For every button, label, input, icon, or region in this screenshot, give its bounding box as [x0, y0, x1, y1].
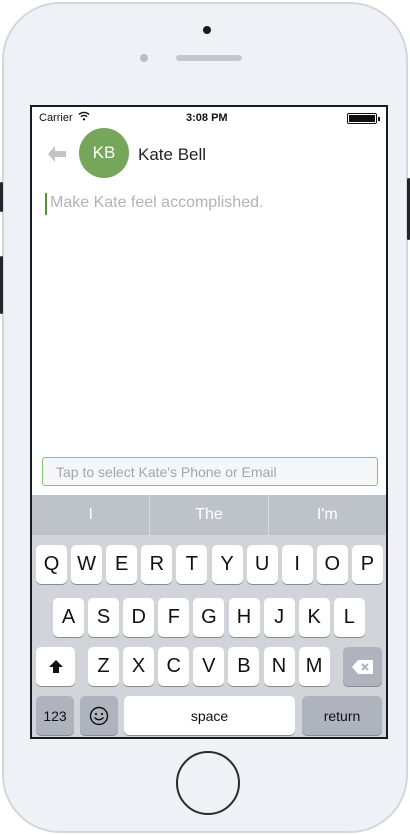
key-h[interactable]: H [228, 598, 260, 637]
key-a[interactable]: A [53, 598, 84, 637]
key-t[interactable]: T [176, 545, 208, 584]
key-l[interactable]: L [333, 598, 365, 637]
emoji-key[interactable] [80, 696, 118, 735]
key-s[interactable]: S [88, 598, 120, 637]
message-input[interactable]: Make Kate feel accomplished. [44, 194, 374, 218]
key-q[interactable]: Q [36, 545, 67, 584]
key-w[interactable]: W [71, 545, 103, 584]
key-x[interactable]: X [123, 647, 155, 686]
carrier-label: Carrier [39, 112, 73, 124]
prediction-item[interactable]: I'm [269, 495, 386, 535]
delete-key[interactable] [343, 647, 382, 686]
earpiece-speaker [176, 55, 242, 61]
key-v[interactable]: V [193, 647, 225, 686]
key-b[interactable]: B [228, 647, 260, 686]
key-c[interactable]: C [158, 647, 190, 686]
prediction-item[interactable]: I [32, 495, 151, 535]
key-j[interactable]: J [263, 598, 295, 637]
predictive-bar: I The I'm [32, 495, 386, 535]
phone-frame: Carrier 3:08 PM KB Kate Bell Make Kate f… [2, 2, 408, 833]
avatar-initials: KB [92, 143, 116, 162]
screen: Carrier 3:08 PM KB Kate Bell Make Kate f… [30, 105, 388, 739]
contact-select-field[interactable]: Tap to select Kate's Phone or Email [42, 457, 378, 486]
key-i[interactable]: I [281, 545, 313, 584]
key-n[interactable]: N [263, 647, 295, 686]
contact-name: Kate Bell [138, 145, 207, 164]
keyboard: I The I'm Q W E R T Y U I O P A S D F G H J K L Z X C V B N M 123 s… [32, 495, 386, 737]
key-e[interactable]: E [106, 545, 138, 584]
prediction-item[interactable]: The [150, 495, 269, 535]
key-u[interactable]: U [246, 545, 278, 584]
key-r[interactable]: R [141, 545, 173, 584]
return-key[interactable]: return [302, 696, 382, 735]
key-o[interactable]: O [316, 545, 348, 584]
conversation-header: KB Kate Bell [32, 127, 386, 183]
key-k[interactable]: K [298, 598, 330, 637]
front-camera-dot [203, 26, 211, 34]
home-button[interactable] [176, 751, 240, 815]
emoji-icon [89, 706, 109, 725]
contact-select-placeholder: Tap to select Kate's Phone or Email [56, 464, 277, 480]
message-placeholder: Make Kate feel accomplished. [50, 194, 264, 211]
volume-up-button [0, 256, 3, 314]
space-key[interactable]: space [124, 696, 295, 735]
delete-icon [351, 659, 373, 674]
key-p[interactable]: P [351, 545, 383, 584]
key-m[interactable]: M [298, 647, 330, 686]
shift-key[interactable] [36, 647, 75, 686]
proximity-sensor [140, 54, 148, 62]
mute-switch [0, 182, 3, 212]
status-time: 3:08 PM [186, 112, 228, 124]
key-g[interactable]: G [193, 598, 225, 637]
key-y[interactable]: Y [211, 545, 243, 584]
battery-icon [347, 113, 380, 124]
numbers-key[interactable]: 123 [36, 696, 74, 735]
back-arrow-icon[interactable] [46, 144, 68, 164]
avatar[interactable]: KB [79, 128, 129, 178]
status-bar: Carrier 3:08 PM [32, 107, 386, 127]
shift-icon [48, 659, 63, 673]
key-z[interactable]: Z [88, 647, 119, 686]
key-d[interactable]: D [123, 598, 155, 637]
wifi-icon [78, 111, 90, 121]
key-f[interactable]: F [158, 598, 190, 637]
